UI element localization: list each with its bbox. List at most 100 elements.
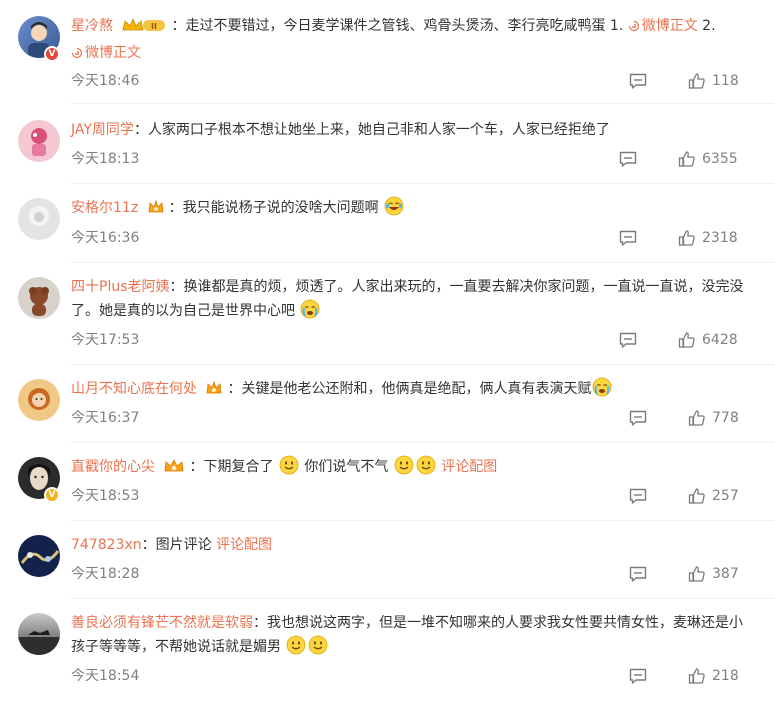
comment-meta: 今天18:46 118	[71, 71, 775, 91]
reply-button[interactable]	[628, 486, 648, 506]
like-count: 778	[712, 410, 739, 426]
comment-meta: 今天16:37 778	[71, 408, 775, 428]
like-button[interactable]: 2318	[678, 228, 738, 248]
comment-body: 关键是他老公还附和，他俩真是绝配，俩人真有表演天赋	[241, 381, 592, 397]
comment-text: 山月不知心底在何处 ：关键是他老公还附和，他俩真是绝配，俩人真有表演天赋	[71, 377, 747, 404]
comment-time: 今天16:37	[71, 410, 140, 426]
avatar[interactable]	[18, 613, 60, 655]
comment-username[interactable]: 星冷熬	[71, 18, 113, 34]
crown-badge-label: II	[151, 22, 157, 31]
like-button[interactable]: 218	[688, 666, 739, 686]
comment-bubble-icon	[619, 230, 637, 246]
like-count: 118	[712, 73, 739, 89]
reply-button[interactable]	[628, 71, 648, 91]
like-button[interactable]: 778	[688, 408, 739, 428]
verified-badge-icon: V	[44, 46, 60, 62]
smile-emoji-icon	[279, 455, 299, 475]
laugh-cry-emoji-icon	[384, 196, 404, 216]
comment-text: 直戳你的心尖 ：下期复合了 你们说气不气 评论配图	[71, 455, 747, 482]
divider	[71, 103, 775, 104]
weibo-post-link-2[interactable]: 微博正文	[71, 45, 141, 61]
like-count: 2318	[702, 230, 738, 246]
comment-body: 下期复合了	[203, 459, 274, 475]
reply-button[interactable]	[618, 149, 638, 169]
avatar[interactable]	[18, 379, 60, 421]
comment-body: 图片评论	[155, 537, 212, 553]
reply-button[interactable]	[628, 408, 648, 428]
comment-text: 安格尔11z ：我只能说杨子说的没啥大问题啊	[71, 196, 747, 223]
comment-text: 善良必须有锋芒不然就是软弱：我也想说这两字，但是一堆不知哪来的人要求我女性要共情…	[71, 611, 747, 659]
comment-username[interactable]: 安格尔11z	[71, 200, 138, 216]
comment-text: 星冷熬 II ：走过不要错过，今日麦学课件之管钱、鸡骨头煲汤、李行亮吃咸鸭蛋 1…	[71, 14, 747, 65]
comment-username[interactable]: 四十Plus老阿姨	[71, 279, 170, 295]
thumb-up-icon	[688, 566, 705, 582]
comment-bubble-icon	[629, 566, 647, 582]
divider	[71, 262, 775, 263]
reply-button[interactable]	[628, 564, 648, 584]
comment-meta: 今天18:54 218	[71, 666, 775, 686]
comment-text: 四十Plus老阿姨：换谁都是真的烦，烦透了。人家出来玩的，一直要去解决你家问题，…	[71, 275, 747, 323]
weibo-logo-icon	[628, 20, 639, 32]
divider	[71, 183, 775, 184]
thumb-up-icon	[678, 332, 695, 348]
smile-emoji-icon	[287, 635, 306, 655]
comment-body-2: 你们说气不气	[304, 459, 389, 475]
comment-time: 今天18:54	[71, 668, 140, 684]
comment-separator: ：	[227, 381, 242, 397]
comment-separator: ：	[141, 537, 156, 553]
thumb-up-icon	[688, 488, 705, 504]
comment-username[interactable]: 山月不知心底在何处	[71, 381, 197, 397]
divider	[71, 520, 775, 521]
avatar[interactable]	[18, 535, 60, 577]
comment-separator: ：	[189, 459, 204, 475]
comment-meta: 今天18:53 257	[71, 486, 775, 506]
like-button[interactable]: 6355	[678, 149, 738, 169]
smile-emoji-icon	[394, 455, 414, 475]
comment-text: 747823xn：图片评论 评论配图	[71, 533, 747, 557]
avatar[interactable]	[18, 277, 60, 319]
avatar[interactable]	[18, 120, 60, 162]
reply-button[interactable]	[628, 666, 648, 686]
comment-meta: 今天17:53 6428	[71, 330, 775, 350]
like-button[interactable]: 387	[688, 564, 739, 584]
divider	[71, 442, 775, 443]
divider	[71, 598, 775, 599]
divider	[71, 364, 775, 365]
comment-separator: ：	[168, 200, 183, 216]
reply-button[interactable]	[618, 330, 638, 350]
comment-body: 走过不要错过，今日麦学课件之管钱、鸡骨头煲汤、李行亮吃咸鸭蛋 1.	[185, 18, 624, 34]
thumb-up-icon	[678, 151, 695, 167]
comment-separator: ：	[253, 615, 267, 631]
comment-username[interactable]: 747823xn	[71, 537, 142, 553]
like-count: 257	[712, 488, 739, 504]
comment-separator: ：	[133, 122, 148, 138]
comment-body: 我只能说杨子说的没啥大问题啊	[182, 200, 379, 216]
verified-badge-icon: V	[44, 487, 60, 503]
crying-emoji-icon	[301, 299, 320, 319]
like-button[interactable]: 118	[688, 71, 739, 91]
comment-image-link[interactable]: 评论配图	[216, 537, 272, 553]
crown-badge-icon	[205, 380, 223, 404]
thumb-up-icon	[688, 410, 705, 426]
comment-image-link[interactable]: 评论配图	[441, 459, 497, 475]
comment-bubble-icon	[629, 488, 647, 504]
comment-username[interactable]: 善良必须有锋芒不然就是软弱	[71, 615, 253, 631]
like-button[interactable]: 6428	[678, 330, 738, 350]
reply-button[interactable]	[618, 228, 638, 248]
thumb-up-icon	[688, 73, 705, 89]
smile-emoji-icon	[416, 455, 436, 475]
avatar[interactable]	[18, 198, 60, 240]
like-button[interactable]: 257	[688, 486, 739, 506]
like-count: 218	[712, 668, 739, 684]
comment-username[interactable]: JAY周同学	[71, 122, 134, 138]
comment-username[interactable]: 直戳你的心尖	[71, 459, 155, 475]
smile-emoji-icon	[309, 635, 328, 655]
crown-badge-icon: II	[121, 17, 167, 41]
comment-list: V 星冷熬 II ：走过不要错过，今日麦学课件之管钱、鸡骨头煲汤、李行亮吃咸鸭蛋…	[0, 0, 775, 704]
comment-separator: ：	[169, 279, 184, 295]
comment-bubble-icon	[629, 73, 647, 89]
comment-body: 人家两口子根本不想让她坐上来，她自己非和人家一个车，人家已经拒绝了	[147, 122, 610, 138]
comment-text: JAY周同学：人家两口子根本不想让她坐上来，她自己非和人家一个车，人家已经拒绝了	[71, 118, 747, 142]
weibo-post-link[interactable]: 微博正文	[628, 18, 698, 34]
comment-meta: 今天16:36 2318	[71, 228, 775, 248]
